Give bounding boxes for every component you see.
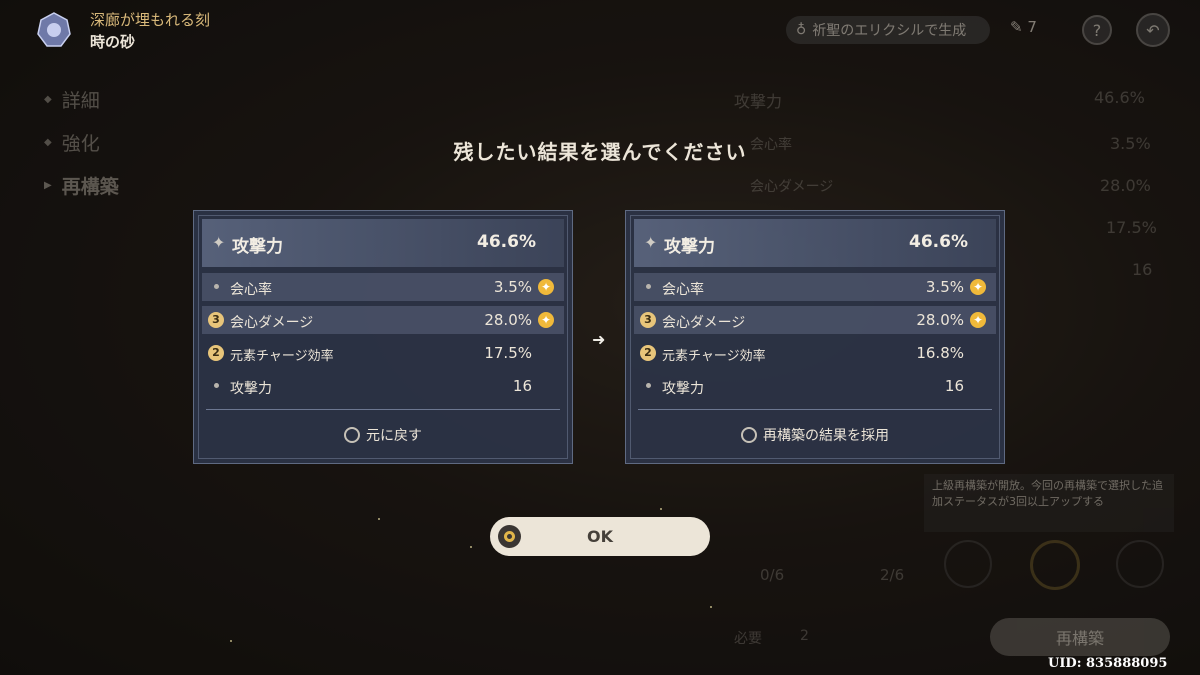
adopt-result-option[interactable]: 再構築の結果を採用 — [626, 425, 1004, 445]
sparkle — [378, 518, 380, 520]
advanced-reconstruct-tooltip: 上級再構築が開放。今回の再構築で選択した追加ステータスが3回以上アップする — [924, 474, 1174, 532]
main-stat-value: 46.6% — [477, 232, 536, 252]
panel-divider — [206, 409, 560, 410]
roll-count-badge: 2 — [640, 345, 656, 361]
dialog-title: 残したい結果を選んでください — [453, 140, 747, 164]
artifact-set-name: 深廊が埋もれる刻 — [90, 11, 211, 29]
keep-original-option[interactable]: 元に戻す — [194, 425, 572, 445]
substat-value: 28.0% — [484, 311, 532, 329]
substat-value: 3.5% — [493, 278, 532, 296]
substat-value: 3.5% — [925, 278, 964, 296]
help-button[interactable]: ? — [1082, 15, 1112, 45]
main-stat-row: ✦ 攻撃力 46.6% — [202, 219, 564, 267]
artifact-slot-name: 時の砂 — [90, 33, 136, 51]
elixir-icon: ♁ — [796, 22, 807, 38]
main-stat-row: ✦ 攻撃力 46.6% — [634, 219, 996, 267]
reconstruct-label: 再構築 — [1055, 629, 1104, 648]
substat-label: 元素チャージ効率 — [662, 349, 766, 364]
nav-item-label: 再構築 — [61, 176, 119, 198]
sparkle-icon: ✦ — [644, 233, 658, 252]
triangle-icon: ▶ — [44, 180, 52, 191]
main-stat-label: 攻撃力 — [664, 237, 715, 257]
roll-count-badge: 3 — [208, 312, 224, 328]
ok-label: OK — [587, 527, 613, 546]
substat-label: 会心ダメージ — [662, 315, 746, 331]
artifact-icon — [34, 10, 74, 50]
main-stat-label: 攻撃力 — [232, 237, 283, 257]
help-icon: ? — [1092, 20, 1102, 40]
radio-button[interactable] — [741, 427, 757, 443]
substat-value: 16 — [944, 377, 964, 395]
pen-icon: ✎ — [1010, 18, 1023, 36]
nav-item-details[interactable]: ◆ 詳細 — [44, 86, 100, 113]
nav-item-label: 詳細 — [61, 90, 100, 112]
panel-keep-original[interactable]: ✦ 攻撃力 46.6% 会心率 3.5% ✦ 3 会心ダメージ 28.0% ✦ … — [193, 210, 573, 464]
star-badge-icon: ✦ — [538, 279, 554, 295]
resource-counter: ✎ 7 — [1010, 18, 1037, 36]
panel-adopt-result[interactable]: ✦ 攻撃力 46.6% 会心率 3.5% ✦ 3 会心ダメージ 28.0% ✦ … — [625, 210, 1005, 464]
bullet-icon — [214, 284, 219, 289]
nav-item-reconstruct[interactable]: ▶ 再構築 — [44, 172, 119, 199]
bullet-icon — [214, 383, 219, 388]
sparkle — [230, 640, 232, 642]
substat-label: 会心率 — [662, 282, 704, 298]
sparkle — [710, 606, 712, 608]
sparkle — [470, 546, 472, 548]
roll-count-badge: 3 — [640, 312, 656, 328]
substat-row: 3 会心ダメージ 28.0% ✦ — [634, 306, 996, 334]
star-badge-icon: ✦ — [970, 279, 986, 295]
back-arrow-icon: ↶ — [1146, 20, 1160, 40]
radio-button[interactable] — [344, 427, 360, 443]
panel-divider — [638, 409, 992, 410]
option-label: 元に戻す — [366, 428, 422, 444]
elixir-craft-label: 祈聖のエリクシルで生成 — [812, 23, 967, 39]
substat-label: 攻撃力 — [230, 381, 272, 397]
option-label: 再構築の結果を採用 — [763, 428, 889, 444]
resource-count: 7 — [1027, 18, 1037, 36]
confirm-ring-icon — [498, 525, 521, 548]
substat-label: 会心率 — [230, 282, 272, 298]
substat-row: 攻撃力 16 — [634, 372, 996, 400]
substat-row: 会心率 3.5% ✦ — [634, 273, 996, 301]
elixir-craft-button[interactable]: ♁ 祈聖のエリクシルで生成 — [786, 16, 990, 44]
star-badge-icon: ✦ — [538, 312, 554, 328]
ok-button[interactable]: OK — [490, 517, 710, 556]
substat-row: 攻撃力 16 — [202, 372, 564, 400]
roll-count-badge: 2 — [208, 345, 224, 361]
diamond-icon: ◆ — [44, 94, 52, 105]
sparkle — [660, 508, 662, 510]
substat-row: 会心率 3.5% ✦ — [202, 273, 564, 301]
substat-row: 2 元素チャージ効率 17.5% — [202, 339, 564, 367]
uid-label: UID: 835888095 — [1048, 656, 1168, 671]
back-button[interactable]: ↶ — [1136, 13, 1170, 47]
sparkle-icon: ✦ — [212, 233, 226, 252]
substat-row: 3 会心ダメージ 28.0% ✦ — [202, 306, 564, 334]
substat-value: 17.5% — [484, 344, 532, 362]
bullet-icon — [646, 284, 651, 289]
arrow-right-icon: ➜ — [592, 330, 606, 349]
substat-value: 16 — [512, 377, 532, 395]
reconstruct-button[interactable]: 再構築 — [990, 618, 1170, 656]
main-stat-value: 46.6% — [909, 232, 968, 252]
substat-label: 攻撃力 — [662, 381, 704, 397]
substat-row: 2 元素チャージ効率 16.8% — [634, 339, 996, 367]
substat-value: 28.0% — [916, 311, 964, 329]
bullet-icon — [646, 383, 651, 388]
star-badge-icon: ✦ — [970, 312, 986, 328]
substat-label: 会心ダメージ — [230, 315, 314, 331]
substat-value: 16.8% — [916, 344, 964, 362]
substat-label: 元素チャージ効率 — [230, 349, 334, 364]
